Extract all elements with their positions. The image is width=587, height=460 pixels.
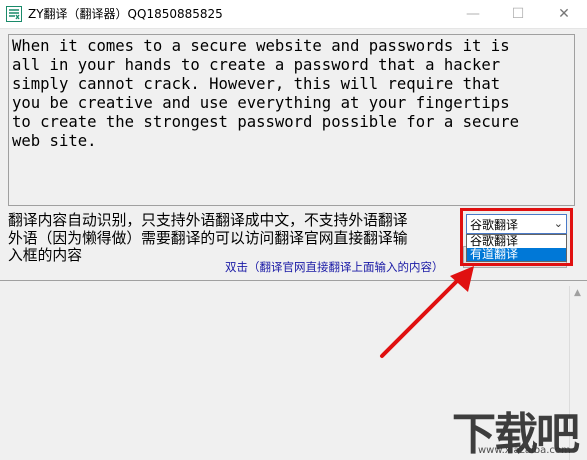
engine-option-youdao[interactable]: 有道翻译 <box>467 248 566 261</box>
result-scrollbar[interactable] <box>569 286 587 460</box>
engine-dropdown-list: 谷歌翻译 有道翻译 <box>466 234 567 262</box>
scroll-up-icon[interactable]: ▲ <box>574 288 581 298</box>
usage-hint-line: 外语（因为懒得做）需要翻译的可以访问翻译官网直接翻译输 <box>8 229 408 247</box>
title-bar: ZY翻译（翻译器）QQ1850885825 — ☐ ✕ <box>0 0 587 29</box>
engine-select[interactable]: 谷歌翻译 ⌄ <box>466 214 567 234</box>
maximize-button[interactable]: ☐ <box>495 0 541 28</box>
window-title: ZY翻译（翻译器）QQ1850885825 <box>28 7 223 21</box>
app-window: ZY翻译（翻译器）QQ1850885825 — ☐ ✕ When it come… <box>0 0 587 460</box>
result-text-output[interactable] <box>0 280 587 460</box>
minimize-button[interactable]: — <box>450 0 496 28</box>
usage-hint-line: 翻译内容自动识别，只支持外语翻译成中文，不支持外语翻译 <box>8 212 408 229</box>
double-click-hint[interactable]: 双击（翻译官网直接翻译上面输入的内容） <box>225 259 444 275</box>
close-button[interactable]: ✕ <box>541 0 587 28</box>
source-text-input[interactable]: When it comes to a secure website and pa… <box>8 34 575 206</box>
chevron-down-icon[interactable]: ⌄ <box>554 217 563 230</box>
usage-hint: 翻译内容自动识别，只支持外语翻译成中文，不支持外语翻译 外语（因为懒得做）需要翻… <box>8 212 458 265</box>
app-icon <box>6 6 22 22</box>
engine-select-value: 谷歌翻译 <box>470 218 519 232</box>
